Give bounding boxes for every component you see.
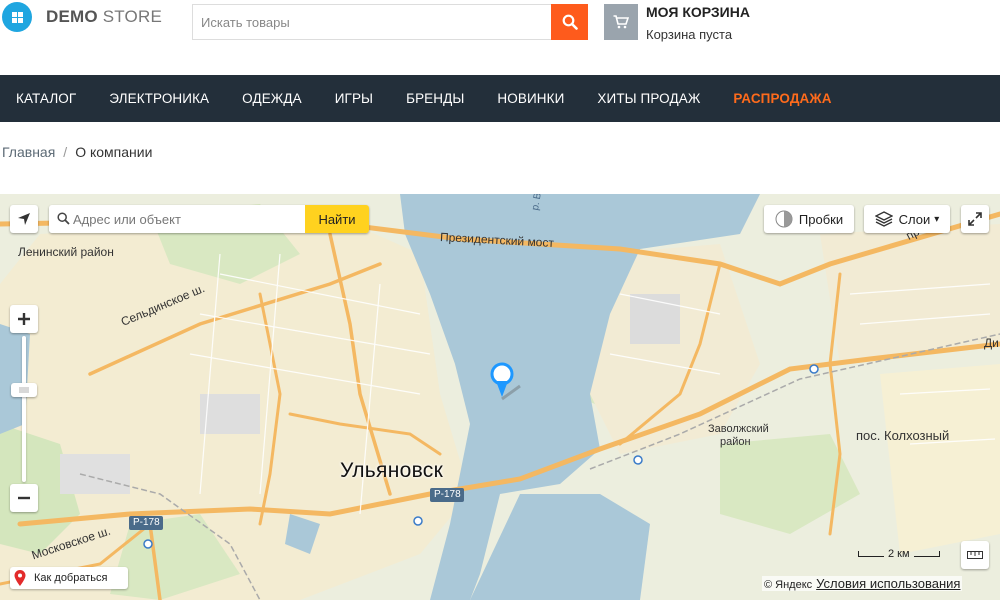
city-label: Ульяновск [340,459,444,482]
ruler-icon [967,551,983,559]
traffic-icon [775,210,793,228]
map-copyright: © Яндекс Условия использования [762,576,963,591]
breadcrumb-home[interactable]: Главная [2,144,55,160]
nav-item-clothes[interactable]: ОДЕЖДА [242,91,302,106]
logo-text: DEMO STORE [46,7,162,26]
fullscreen-button[interactable] [961,205,989,233]
map-search-button[interactable]: Найти [305,205,369,233]
nav-item-brands[interactable]: БРЕНДЫ [406,91,464,106]
nav-item-new[interactable]: НОВИНКИ [497,91,564,106]
street-label: Ди [984,336,999,350]
traffic-label: Пробки [798,211,844,227]
route-label: Как добраться [34,572,108,584]
geolocation-button[interactable] [10,205,38,233]
zoom-track[interactable] [22,336,26,482]
breadcrumb-separator: / [63,144,68,160]
map-canvas[interactable] [0,194,1000,600]
nav-item-electronics[interactable]: ЭЛЕКТРОНИКА [109,91,209,106]
copyright-text: © Яндекс [764,579,813,591]
nav-item-sale[interactable]: РАСПРОДАЖА [733,91,831,106]
cart-icon [604,4,638,40]
header: DEMO STORE МОЯ КОРЗИНА Корзина пуста [0,0,1000,75]
search-input[interactable] [192,4,551,40]
layers-icon [874,211,893,227]
fullscreen-icon [968,212,982,226]
store-logo[interactable]: DEMO STORE [0,2,162,32]
main-nav: КАТАЛОГ ЭЛЕКТРОНИКА ОДЕЖДА ИГРЫ БРЕНДЫ Н… [0,75,1000,122]
ruler-button[interactable] [961,541,989,569]
layers-button[interactable]: Слои ▾ [864,205,950,233]
route-button[interactable]: Как добраться [10,567,128,589]
cart-status: Корзина пуста [646,27,733,42]
map-search: Найти [49,205,369,233]
nav-item-catalog[interactable]: КАТАЛОГ [16,91,76,106]
map-pin-icon [14,570,26,586]
chevron-down-icon: ▾ [934,213,940,225]
search-icon [562,14,578,30]
map[interactable]: Р-178 Р-178 Президентский мост Ленинский… [0,194,1000,600]
nav-item-bestsellers[interactable]: ХИТЫ ПРОДАЖ [597,91,700,106]
search-icon [57,212,70,225]
minus-icon [18,496,30,500]
breadcrumb-current: О компании [75,144,153,160]
cart-widget[interactable]: МОЯ КОРЗИНА Корзина пуста [604,4,904,42]
road-label: Р-178 [133,517,160,528]
search-button[interactable] [551,4,588,40]
district-label: Заволжский [708,423,769,435]
settlement-label: пос. Колхозный [856,428,950,443]
map-scale: 2 км [858,548,940,560]
terms-link[interactable]: Условия использования [816,576,960,591]
scale-label: 2 км [888,548,910,560]
layers-label: Слои [898,211,931,227]
logo-icon [2,2,32,32]
plus-icon [18,313,30,325]
breadcrumb: Главная / О компании [2,144,152,160]
cart-title[interactable]: МОЯ КОРЗИНА [646,4,750,20]
product-search [192,4,588,40]
traffic-button[interactable]: Пробки [764,205,854,233]
zoom-slider-handle[interactable] [11,383,37,397]
district-label: район [720,436,751,448]
district-label: Ленинский район [18,245,114,259]
zoom-in-button[interactable] [10,305,38,333]
nav-item-games[interactable]: ИГРЫ [335,91,373,106]
zoom-out-button[interactable] [10,484,38,512]
road-label: Р-178 [434,489,461,500]
geolocation-icon [18,213,30,225]
map-search-input[interactable] [49,205,305,233]
